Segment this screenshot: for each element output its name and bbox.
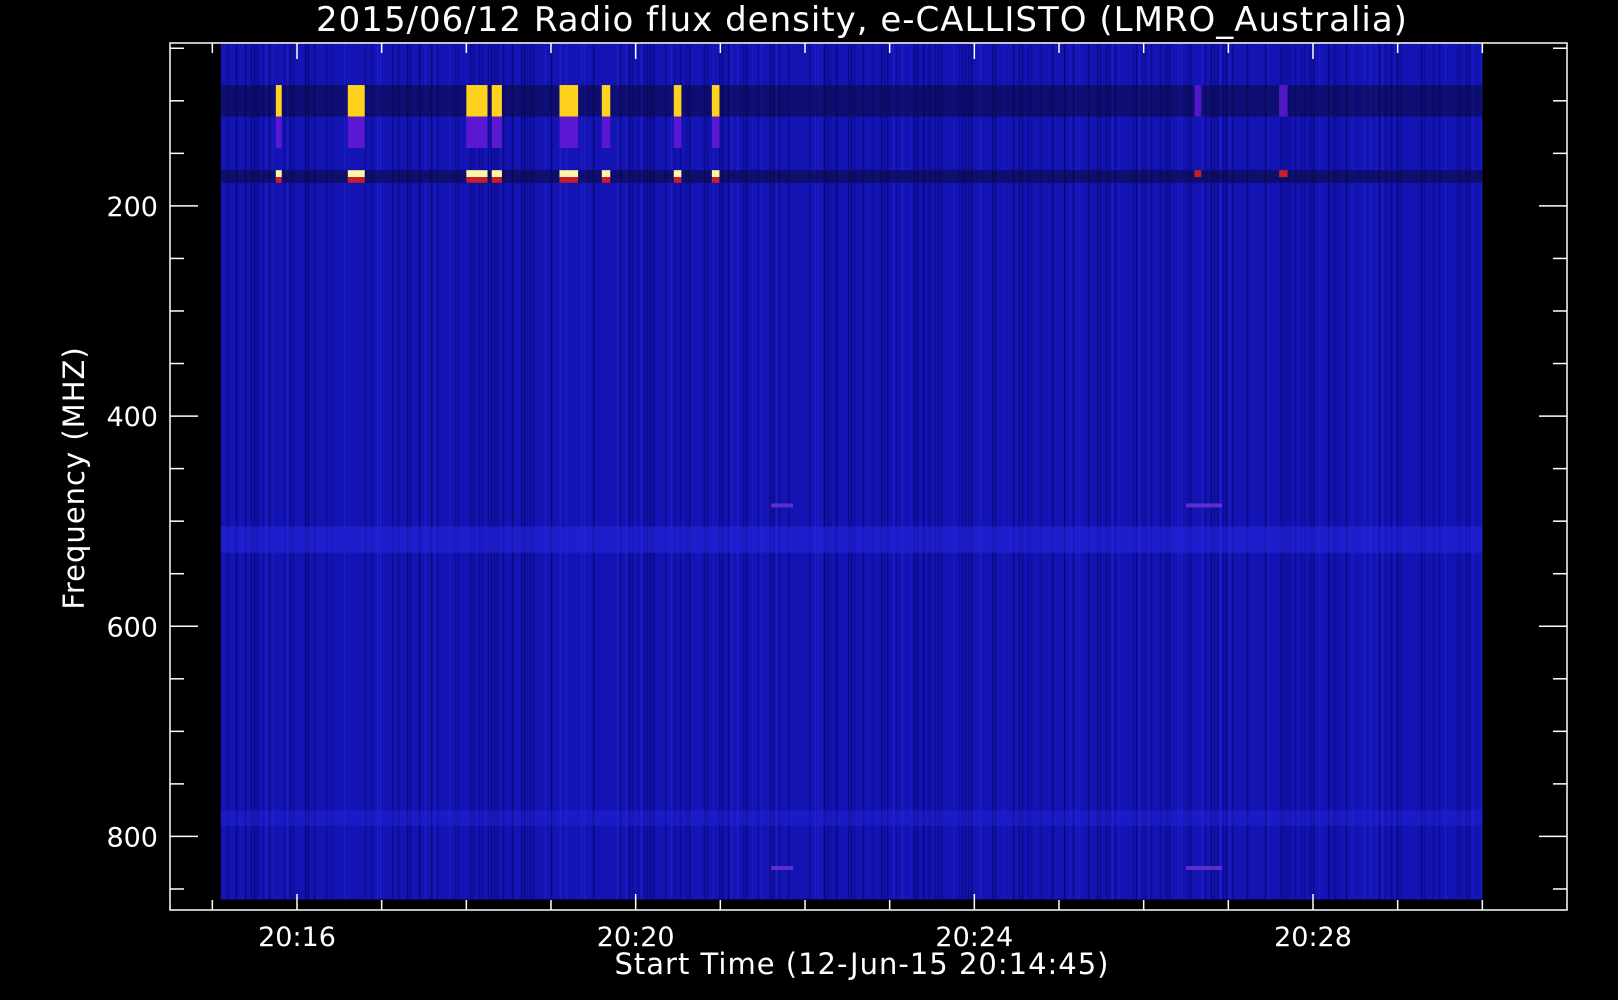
burst-mark: [275, 85, 282, 117]
burst-mark-mid: [601, 116, 611, 149]
faint-feature: [1186, 865, 1222, 870]
burst-mark-line-low: [491, 177, 502, 183]
burst-mark-mid: [466, 116, 488, 149]
burst-mark-line-low: [711, 177, 720, 183]
burst-mark: [466, 85, 488, 117]
bright-band-low: [220, 810, 1483, 826]
chart-title: 2015/06/12 Radio flux density, e-CALLIST…: [316, 0, 1408, 40]
y-axis-label: Frequency (MHZ): [57, 346, 91, 609]
burst-mark-line-low: [275, 177, 282, 183]
burst-mark-line-low: [559, 177, 579, 183]
burst-mark: [491, 85, 502, 117]
burst-mark-line: [711, 170, 720, 178]
burst-mark-line-low: [601, 177, 611, 183]
burst-mark-line-low: [347, 177, 365, 183]
burst-mark-mid: [711, 116, 720, 149]
spectrogram-chart: 2015/06/12 Radio flux density, e-CALLIST…: [57, 0, 1568, 981]
burst-mark-line: [1279, 170, 1288, 178]
burst-mark: [1279, 85, 1288, 117]
x-tick-label: 20:16: [258, 922, 336, 953]
burst-mark-mid: [491, 116, 502, 149]
burst-mark-line: [559, 170, 579, 178]
dark-band-upper: [220, 85, 1483, 117]
faint-feature: [771, 865, 794, 870]
burst-mark-line: [491, 170, 502, 178]
spectrogram-heatmap: [220, 43, 1483, 900]
burst-mark-mid: [673, 116, 682, 149]
burst-mark-line: [1194, 170, 1202, 178]
burst-mark-line: [347, 170, 365, 178]
burst-mark: [711, 85, 720, 117]
burst-mark: [1194, 85, 1202, 117]
x-tick-label: 20:28: [1274, 922, 1352, 953]
faint-feature: [771, 503, 794, 508]
dark-band-line: [220, 170, 1483, 183]
burst-mark: [601, 85, 611, 117]
y-tick-label: 800: [106, 822, 158, 853]
bright-band-mid: [220, 526, 1483, 553]
burst-mark-line: [601, 170, 611, 178]
burst-mark-mid: [275, 116, 282, 149]
burst-mark: [673, 85, 682, 117]
burst-mark-line: [275, 170, 282, 178]
faint-feature: [1186, 503, 1222, 508]
x-axis-label: Start Time (12-Jun-15 20:14:45): [615, 947, 1110, 981]
burst-mark-mid: [347, 116, 365, 149]
burst-mark: [347, 85, 365, 117]
burst-mark: [559, 85, 579, 117]
burst-mark-line: [673, 170, 682, 178]
y-tick-label: 400: [106, 402, 158, 433]
y-tick-label: 200: [106, 192, 158, 223]
burst-mark-line: [466, 170, 488, 178]
y-tick-label: 600: [106, 612, 158, 643]
burst-mark-line-low: [673, 177, 682, 183]
burst-mark-mid: [559, 116, 579, 149]
burst-mark-line-low: [466, 177, 488, 183]
